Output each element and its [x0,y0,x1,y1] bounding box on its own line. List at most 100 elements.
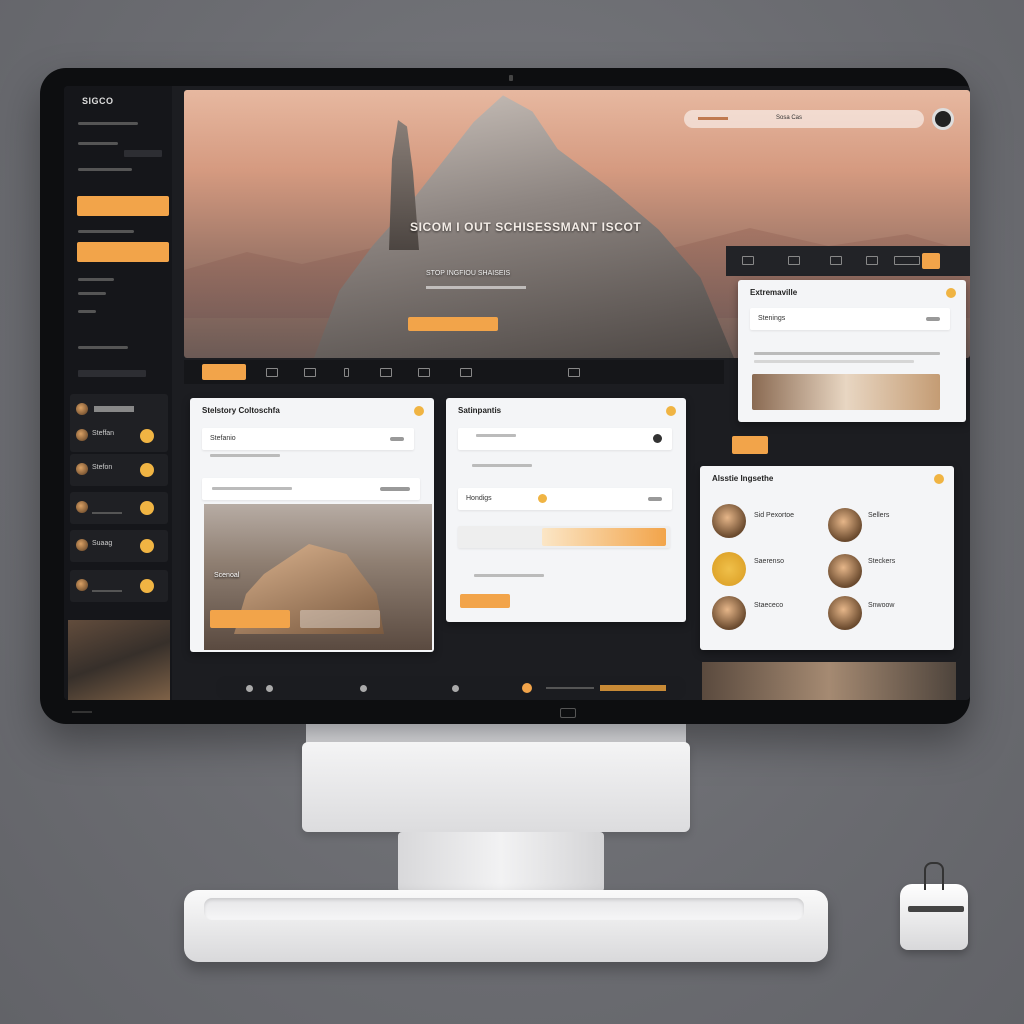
list-item[interactable]: Hondigs [458,488,672,510]
volume-icon[interactable] [360,685,367,692]
list-item-label: Stefanio [210,435,236,442]
stand-joint [398,832,604,892]
list-item[interactable]: Stefanio [202,428,414,450]
story-photo[interactable]: Scenoal [204,504,432,650]
camera-icon[interactable] [742,256,754,265]
card-people: Alsstie Ingsethe Sid Pexortoe Sellers Sa… [700,466,954,650]
avatar[interactable] [828,554,862,588]
list-item[interactable]: Stenings [750,308,950,330]
sidebar-item-explore[interactable] [78,142,118,145]
grid-icon[interactable] [304,368,316,377]
search-input[interactable]: Sosa Cas [684,110,924,128]
right-toolbar [726,246,970,276]
photo-caption: Scenoal [214,572,240,579]
notification-icon[interactable] [934,474,944,484]
list-item[interactable] [458,428,672,450]
contact-sub [92,590,122,592]
notification-icon[interactable] [414,406,424,416]
progress-row[interactable] [458,526,670,548]
hero-cta-button[interactable] [408,317,498,331]
submit-button[interactable] [460,594,510,608]
text-line [472,464,532,467]
shuffle-icon[interactable] [452,685,459,692]
prev-icon[interactable] [246,685,253,692]
more-icon[interactable] [568,368,580,377]
avatar[interactable] [712,552,746,586]
card-satinpantis: Satinpantis Hondigs [446,398,686,622]
progress-track[interactable] [546,687,594,689]
brand-logo-icon [560,708,576,718]
sidebar-secondary-button[interactable] [77,242,169,262]
record-icon[interactable] [522,683,532,693]
sidebar-primary-button[interactable] [77,196,169,216]
chin-line [72,711,92,713]
right-accent-button[interactable] [732,436,768,454]
now-playing-tag [600,685,666,691]
add-button[interactable] [922,253,940,269]
contact-item[interactable] [70,492,168,524]
image-icon[interactable] [266,368,278,377]
more-icon[interactable] [926,317,940,321]
monitor-stand [302,742,690,832]
profile-avatar-button[interactable] [932,108,954,130]
avatar [76,429,88,441]
avatar[interactable] [828,508,862,542]
folder-icon[interactable] [418,368,430,377]
text-line [212,487,292,490]
sidebar-item-more[interactable] [78,346,128,349]
list-item-label: Hondigs [466,495,492,502]
avatar[interactable] [712,504,746,538]
person-name: Sellers [868,512,890,519]
glasses-icon[interactable] [830,256,842,265]
avatar[interactable] [712,596,746,630]
chart-icon[interactable] [380,368,392,377]
more-icon[interactable] [380,487,410,491]
play-icon[interactable] [266,685,273,692]
thumbnail-strip[interactable] [702,662,956,700]
sidebar-search[interactable] [78,370,146,377]
contact-item[interactable]: Suaag [70,530,168,562]
sidebar-item-settings[interactable] [78,278,114,281]
mouse-stripe [908,906,964,912]
hero-subline: STOP INGFIOU SHAISEIS [426,270,511,277]
camera-icon [509,75,513,81]
sidebar-thumbnail[interactable] [68,620,170,700]
photo-secondary-button[interactable] [300,610,380,628]
sidebar-item-home[interactable] [78,122,138,125]
mouse-cable [924,862,944,890]
notification-icon[interactable] [666,406,676,416]
list-item[interactable] [202,478,420,500]
card-title: Extremaville [750,288,798,297]
pin-icon[interactable] [344,368,349,377]
notification-icon[interactable] [946,288,956,298]
tag-icon[interactable] [894,256,920,265]
list-item-label: Stenings [758,315,786,322]
person-name: Snwoow [868,602,895,609]
person-name: Staececo [754,602,784,609]
tab-active[interactable] [202,364,246,380]
card-extremaville: Extremaville Stenings [738,280,966,422]
contact-name: Suaag [92,540,113,547]
stand-top [306,724,686,744]
more-icon[interactable] [648,497,662,501]
media-player [216,676,686,700]
photo-action-button[interactable] [210,610,290,628]
text-line [754,360,914,363]
sidebar-item-help[interactable] [78,292,106,295]
contact-item[interactable]: Stefon [70,454,168,486]
sidebar-item-extra[interactable] [78,310,96,313]
person-name: Saerenso [754,558,784,565]
avatar[interactable] [828,596,862,630]
sidebar-item-library[interactable] [78,168,132,171]
text-line [474,574,544,577]
contact-item[interactable] [70,570,168,602]
sidebar-item-saved[interactable] [78,230,134,233]
toggle-icon[interactable] [390,437,404,441]
list-icon[interactable] [866,256,878,265]
preview-image[interactable] [752,374,940,410]
contact-item[interactable]: Steffan [70,420,168,452]
list-icon[interactable] [460,368,472,377]
folder-icon[interactable] [788,256,800,265]
record-icon[interactable] [653,434,662,443]
progress-fill [542,528,666,546]
